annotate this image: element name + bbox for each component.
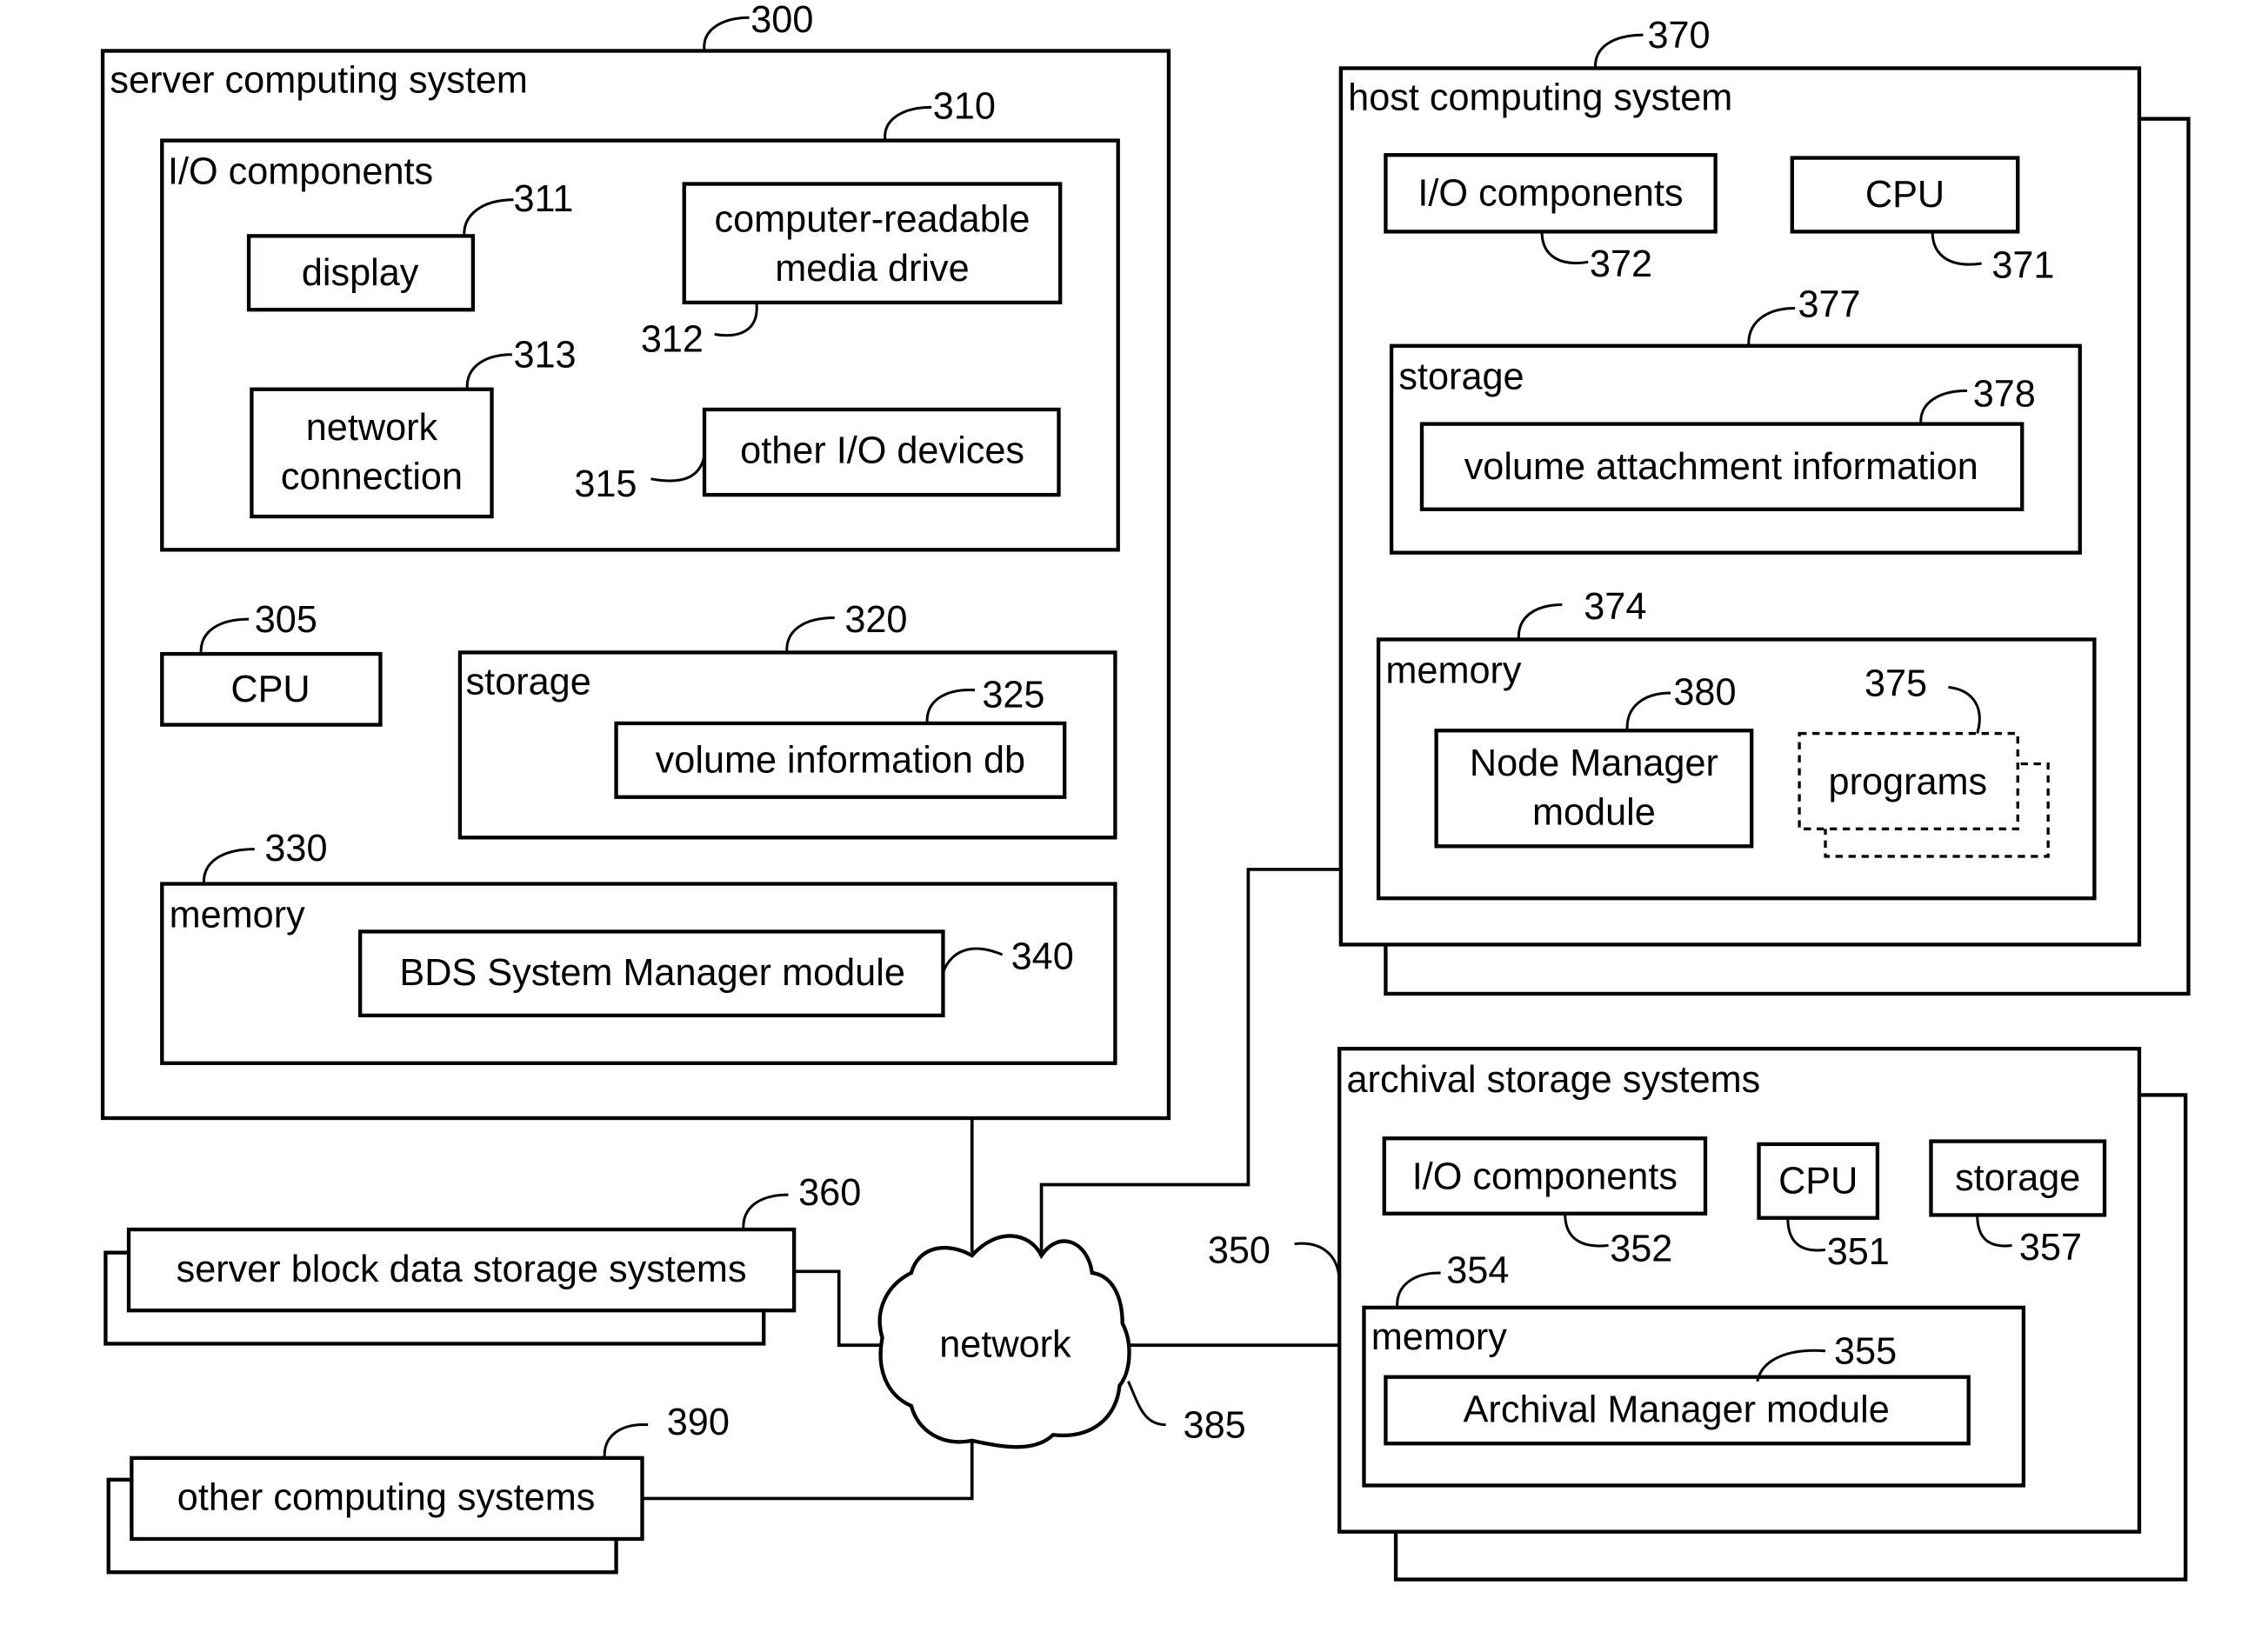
host-cpu-label: CPU — [1865, 174, 1944, 216]
node-manager-module-line2: module — [1532, 791, 1656, 833]
ref-377: 377 — [1798, 284, 1860, 326]
ref-leader-300 — [703, 16, 750, 51]
ref-352: 352 — [1610, 1229, 1672, 1270]
volume-information-db-label: volume information db — [656, 739, 1025, 781]
ref-357: 357 — [2019, 1227, 2082, 1269]
ref-325: 325 — [982, 675, 1044, 716]
ref-leader-385 — [1126, 1381, 1166, 1427]
ref-354: 354 — [1446, 1250, 1509, 1292]
block-storage-label: server block data storage systems — [177, 1249, 747, 1290]
host-io-components-label: I/O components — [1418, 172, 1683, 214]
ref-leader-360 — [742, 1193, 789, 1230]
programs-label: programs — [1829, 761, 1988, 803]
ref-leader-390 — [603, 1423, 649, 1458]
network-connection-line1: network — [306, 407, 438, 449]
ref-leader-370 — [1594, 33, 1644, 69]
wire-other-systems-to-network — [642, 1440, 974, 1501]
ref-385: 385 — [1184, 1405, 1246, 1447]
ref-355: 355 — [1834, 1331, 1897, 1373]
network-label: network — [939, 1323, 1071, 1365]
ref-360: 360 — [798, 1172, 861, 1214]
archival-storage-component-label: storage — [1955, 1157, 2080, 1199]
node-manager-module-line1: Node Manager — [1470, 743, 1718, 784]
other-systems-label: other computing systems — [177, 1477, 596, 1519]
volume-attachment-info-label: volume attachment information — [1464, 446, 1978, 488]
ref-311: 311 — [513, 178, 573, 220]
server-cpu-label: CPU — [230, 669, 310, 710]
ref-330: 330 — [264, 828, 327, 869]
ref-312: 312 — [641, 318, 704, 360]
ref-315: 315 — [574, 463, 637, 505]
host-computing-system-title: host computing system — [1348, 77, 1732, 119]
ref-390: 390 — [667, 1402, 730, 1443]
host-storage-title: storage — [1398, 356, 1524, 398]
other-computing-systems: other computing systems 390 — [106, 1402, 730, 1575]
ref-351: 351 — [1827, 1231, 1890, 1273]
display-label: display — [302, 252, 419, 294]
server-io-components: I/O components 310 display 311 computer-… — [160, 86, 1120, 552]
ref-371: 371 — [1991, 245, 2054, 287]
ref-378: 378 — [1973, 374, 2036, 416]
network: network 385 — [877, 1234, 1246, 1449]
ref-374: 374 — [1584, 586, 1646, 628]
server-memory-title: memory — [170, 894, 306, 936]
archival-cpu-label: CPU — [1778, 1160, 1858, 1202]
ref-340: 340 — [1011, 936, 1074, 978]
system-architecture-diagram: server computing system 300 I/O componen… — [100, 0, 2191, 1582]
server-computing-system: server computing system 300 I/O componen… — [100, 0, 1171, 1121]
media-drive-label-line2: media drive — [775, 248, 969, 290]
server-computing-system-title: server computing system — [110, 60, 528, 102]
wire-block-storage-to-network — [794, 1269, 883, 1347]
archival-storage-title: archival storage systems — [1347, 1059, 1761, 1101]
archival-storage-systems: archival storage systems 350 I/O compone… — [1208, 1046, 2188, 1582]
network-connection-line2: connection — [281, 456, 463, 497]
ref-leader-350 — [1294, 1242, 1341, 1281]
archival-io-components-label: I/O components — [1412, 1156, 1678, 1197]
archival-memory-title: memory — [1371, 1316, 1508, 1358]
archival-manager-module-label: Archival Manager module — [1464, 1389, 1890, 1430]
server-storage-title: storage — [466, 662, 591, 703]
other-io-devices-label: other I/O devices — [740, 430, 1024, 472]
server-block-data-storage-systems: server block data storage systems 360 — [103, 1172, 861, 1346]
media-drive-label-line1: computer-readable — [715, 198, 1031, 240]
host-computing-system: host computing system 370 I/O components… — [1338, 15, 2191, 996]
ref-305: 305 — [255, 599, 317, 641]
ref-310: 310 — [933, 86, 996, 128]
ref-320: 320 — [844, 599, 907, 641]
server-io-components-title: I/O components — [168, 151, 433, 193]
bds-system-manager-label: BDS System Manager module — [399, 952, 905, 994]
ref-372: 372 — [1590, 243, 1652, 285]
ref-350: 350 — [1208, 1229, 1271, 1271]
ref-375: 375 — [1864, 663, 1927, 704]
ref-313: 313 — [513, 335, 576, 376]
host-memory-title: memory — [1385, 649, 1522, 691]
ref-380: 380 — [1673, 671, 1736, 713]
ref-370: 370 — [1647, 15, 1710, 57]
ref-300: 300 — [750, 0, 813, 41]
